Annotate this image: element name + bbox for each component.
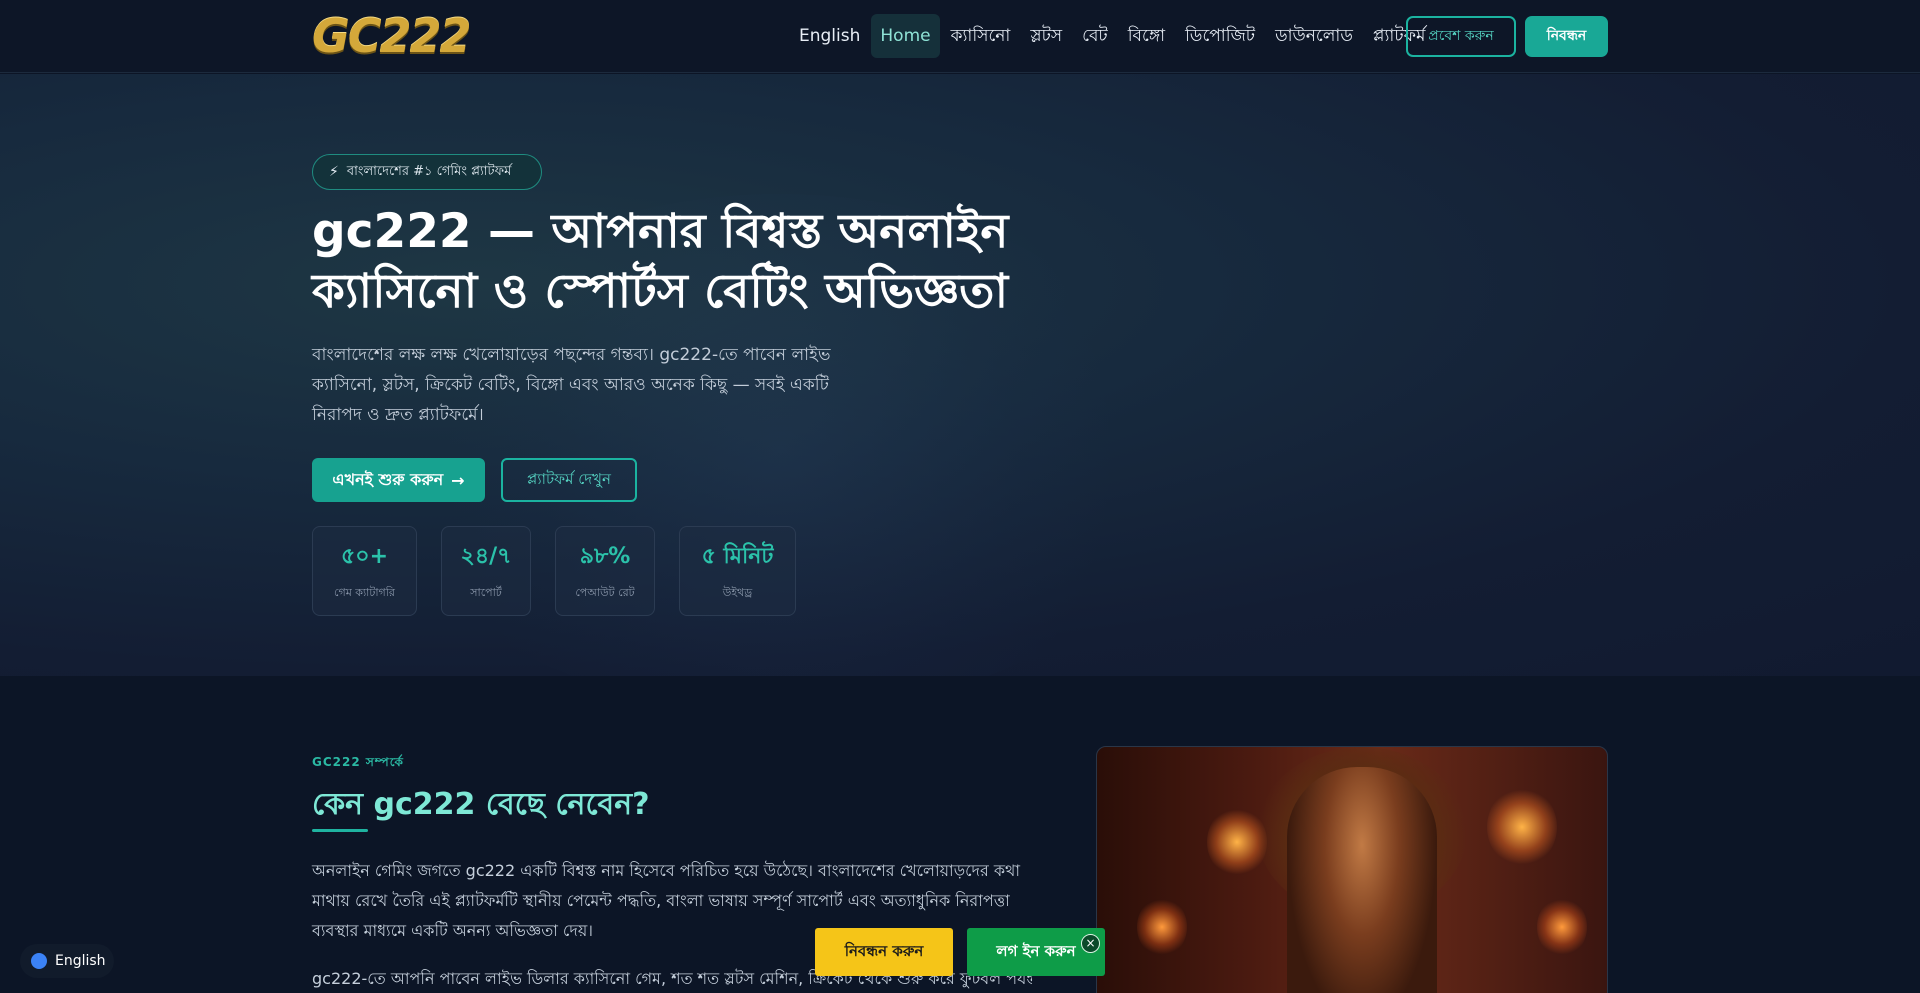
hero-badge: ⚡ বাংলাদেশের #১ গেমিং প্ল্যাটফর্ম bbox=[312, 154, 542, 190]
site-logo[interactable]: GC222 bbox=[312, 12, 472, 60]
stat-card: ২৪/৭ সাপোর্ট bbox=[441, 526, 531, 616]
main-nav: English Home ক্যাসিনো স্লটস বেট বিঙ্গো ড… bbox=[790, 14, 1434, 58]
language-label: English bbox=[55, 953, 106, 969]
stat-label: সাপোর্ট bbox=[470, 586, 502, 599]
stat-value: ৫ মিনিট bbox=[701, 544, 774, 569]
globe-icon bbox=[31, 953, 47, 969]
nav-item-english[interactable]: English bbox=[790, 14, 869, 58]
nav-item-bet[interactable]: বেট bbox=[1073, 14, 1117, 58]
arrow-right-icon: → bbox=[451, 470, 465, 490]
bolt-icon: ⚡ bbox=[329, 164, 339, 180]
lamp-light bbox=[1537, 897, 1587, 957]
site-header: GC222 English Home ক্যাসিনো স্লটস বেট বি… bbox=[0, 0, 1920, 73]
about-section: GC222 সম্পর্কে কেন gc222 বেছে নেবেন? অনল… bbox=[0, 676, 1920, 993]
header-login-button[interactable]: প্রবেশ করুন bbox=[1406, 16, 1516, 57]
about-eyebrow: GC222 সম্পর্কে bbox=[312, 755, 404, 769]
lamp-light bbox=[1487, 787, 1557, 867]
stat-card: ৫০+ গেম ক্যাটাগরি bbox=[312, 526, 417, 616]
stat-label: পেআউট রেট bbox=[575, 586, 635, 599]
language-switcher[interactable]: English bbox=[20, 944, 114, 978]
hero-title: gc222 — আপনার বিশ্বস্ত অনলাইন ক্যাসিনো ও… bbox=[312, 204, 1009, 319]
dealer-figure bbox=[1287, 767, 1437, 993]
hero-stats: ৫০+ গেম ক্যাটাগরি ২৪/৭ সাপোর্ট ৯৮% পেআউট… bbox=[312, 526, 796, 616]
about-title: কেন gc222 বেছে নেবেন? bbox=[312, 787, 650, 822]
header-register-button[interactable]: নিবন্ধন bbox=[1525, 16, 1608, 57]
stat-card: ৫ মিনিট উইথড্র bbox=[679, 526, 796, 616]
nav-item-casino[interactable]: ক্যাসিনো bbox=[942, 14, 1020, 58]
stat-card: ৯৮% পেআউট রেট bbox=[555, 526, 655, 616]
hero-description: বাংলাদেশের লক্ষ লক্ষ খেলোয়াড়ের পছন্দের… bbox=[312, 345, 831, 425]
nav-item-home[interactable]: Home bbox=[871, 14, 940, 58]
hero-section: ⚡ বাংলাদেশের #১ গেমিং প্ল্যাটফর্ম gc222 … bbox=[0, 74, 1920, 676]
stat-label: গেম ক্যাটাগরি bbox=[334, 586, 395, 599]
nav-item-deposit[interactable]: ডিপোজিট bbox=[1176, 14, 1264, 58]
floating-register-button[interactable]: নিবন্ধন করুন bbox=[815, 928, 953, 976]
view-platform-button[interactable]: প্ল্যাটফর্ম দেখুন bbox=[501, 458, 637, 502]
nav-item-slots[interactable]: স্লটস bbox=[1021, 14, 1071, 58]
start-now-label: এখনই শুরু করুন bbox=[332, 469, 444, 489]
stat-label: উইথড্র bbox=[722, 586, 753, 599]
nav-item-download[interactable]: ডাউনলোড bbox=[1266, 14, 1362, 58]
start-now-button[interactable]: এখনই শুরু করুন → bbox=[312, 458, 485, 502]
title-underline bbox=[312, 829, 368, 832]
stat-value: ৯৮% bbox=[579, 544, 631, 569]
stat-value: ৫০+ bbox=[340, 544, 388, 569]
lamp-light bbox=[1137, 897, 1187, 957]
nav-item-bingo[interactable]: বিঙ্গো bbox=[1119, 14, 1174, 58]
stat-value: ২৪/৭ bbox=[460, 544, 512, 569]
hero-badge-text: বাংলাদেশের #১ গেমিং প্ল্যাটফর্ম bbox=[346, 163, 512, 179]
casino-dealer-image bbox=[1096, 746, 1608, 993]
close-icon[interactable]: × bbox=[1081, 934, 1100, 953]
